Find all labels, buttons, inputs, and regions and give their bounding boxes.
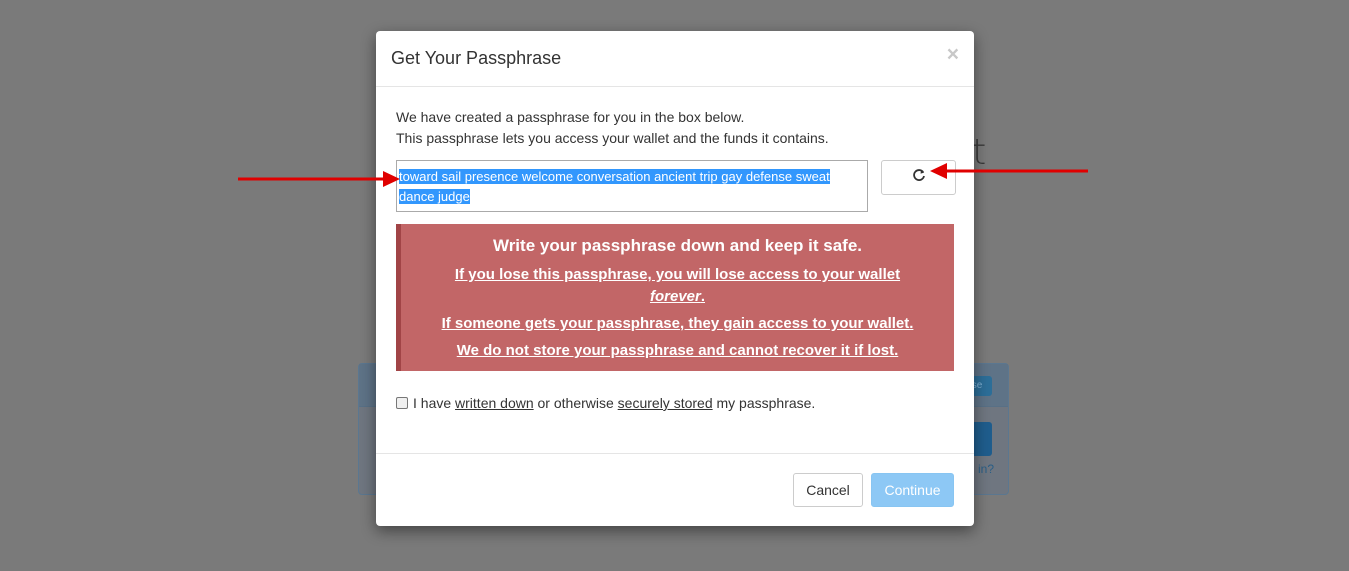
background-link-fragment: in? [977,462,994,476]
cancel-button[interactable]: Cancel [793,473,863,507]
modal-title: Get Your Passphrase [391,48,562,68]
warning-line-lose-text: If you lose this passphrase, you will lo… [454,266,901,283]
continue-button[interactable]: Continue [871,473,954,507]
annotation-arrow-left [238,171,400,187]
modal-footer: Cancel Continue [376,453,974,526]
ack-text-3: my passphrase. [712,395,816,411]
modal-header: Get Your Passphrase × [376,31,974,87]
ack-written-down: written down [455,395,534,411]
close-icon[interactable]: × [947,43,959,67]
warning-line-no-recovery: We do not store your passphrase and cann… [456,342,899,359]
ack-securely-stored: securely stored [617,395,713,411]
passphrase-text: toward sail presence welcome conversatio… [399,169,830,204]
ack-text-2: or otherwise [533,395,618,411]
warning-alert: Write your passphrase down and keep it s… [396,224,954,371]
ack-text-1: I have [413,395,456,411]
modal-body: We have created a passphrase for you in … [376,87,974,411]
refresh-icon [912,168,926,187]
acknowledgement-row: I have written down or otherwise securel… [396,395,815,411]
annotation-arrow-right [930,163,1088,179]
intro-line-2: This passphrase lets you access your wal… [396,130,829,146]
warning-line-access: If someone gets your passphrase, they ga… [441,315,914,332]
warning-line-lose: If you lose this passphrase, you will lo… [401,264,954,308]
passphrase-textarea[interactable]: toward sail presence welcome conversatio… [396,160,868,212]
warning-title: Write your passphrase down and keep it s… [492,236,863,255]
intro-line-1: We have created a passphrase for you in … [396,109,745,125]
acknowledgement-checkbox[interactable] [396,397,408,409]
warning-line-lose-suffix: . [700,288,706,305]
warning-forever-emphasis: forever [649,288,701,305]
passphrase-modal: Get Your Passphrase × We have created a … [376,31,974,526]
